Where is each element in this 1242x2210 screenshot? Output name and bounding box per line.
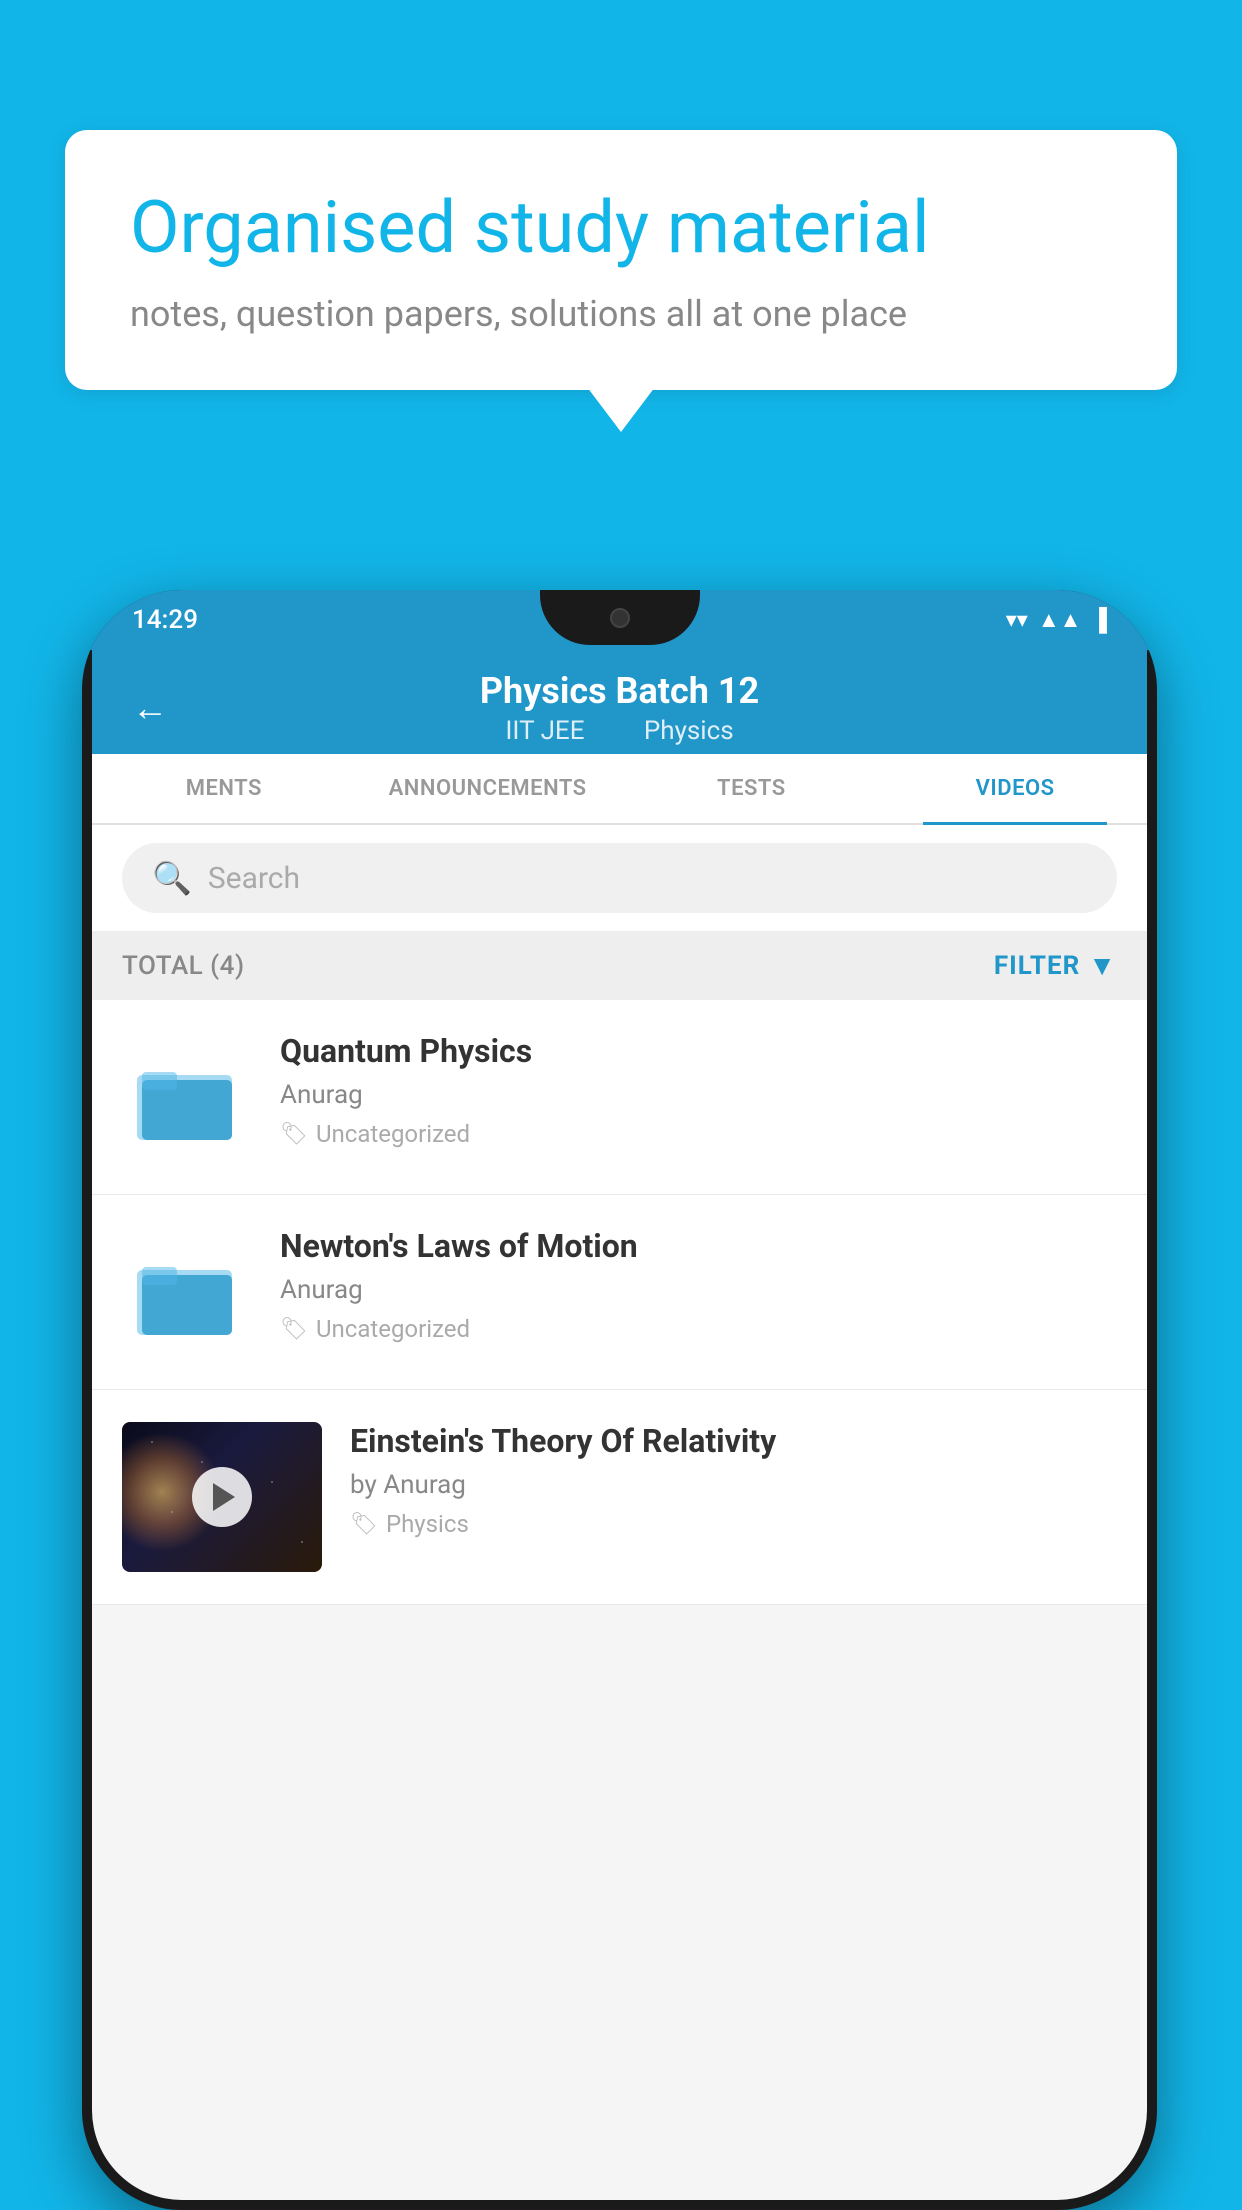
subtitle-separator (611, 716, 624, 746)
header-title: Physics Batch 12 IIT JEE Physics (480, 670, 759, 746)
speech-bubble-headline: Organised study material (130, 185, 1112, 271)
tab-videos[interactable]: VIDEOS (883, 754, 1147, 823)
quantum-tag: 🏷 Uncategorized (280, 1120, 1117, 1148)
tag-icon-newton: 🏷 (280, 1317, 308, 1342)
play-button[interactable] (192, 1467, 252, 1527)
total-count: TOTAL (4) (122, 951, 245, 981)
status-icons: ▾▾ ▲▲ ▐ (1006, 607, 1107, 633)
tab-tests[interactable]: TESTS (620, 754, 884, 823)
einstein-title: Einstein's Theory Of Relativity (350, 1422, 1117, 1460)
batch-title: Physics Batch 12 (480, 670, 759, 712)
quantum-tag-label: Uncategorized (316, 1120, 470, 1148)
folder-icon-newton (132, 1245, 242, 1340)
quantum-info: Quantum Physics Anurag 🏷 Uncategorized (280, 1032, 1117, 1148)
header-subtitle: IIT JEE Physics (480, 716, 759, 746)
einstein-tag-label: Physics (386, 1510, 469, 1538)
search-placeholder: Search (208, 861, 300, 896)
phone-frame: 14:29 ▾▾ ▲▲ ▐ ← Physics Batch 12 IIT JEE… (82, 590, 1157, 2210)
quantum-author: Anurag (280, 1080, 1117, 1110)
front-camera (610, 608, 630, 628)
play-triangle-icon (213, 1483, 235, 1511)
subtitle-iit: IIT JEE (505, 716, 584, 746)
tab-ments[interactable]: MENTS (92, 754, 356, 823)
einstein-thumbnail (122, 1422, 322, 1572)
speech-bubble-subtext: notes, question papers, solutions all at… (130, 293, 1112, 335)
tag-icon-einstein: 🏷 (350, 1512, 378, 1537)
battery-icon: ▐ (1091, 607, 1107, 633)
search-input[interactable]: 🔍 Search (122, 843, 1117, 913)
newton-title: Newton's Laws of Motion (280, 1227, 1117, 1265)
filter-button[interactable]: FILTER ▼ (994, 949, 1117, 982)
search-bar-container: 🔍 Search (92, 825, 1147, 931)
einstein-tag: 🏷 Physics (350, 1510, 1117, 1538)
newton-tag: 🏷 Uncategorized (280, 1315, 1117, 1343)
wifi-icon: ▾▾ (1006, 608, 1028, 633)
filter-bar: TOTAL (4) FILTER ▼ (92, 931, 1147, 1000)
video-item-einstein[interactable]: Einstein's Theory Of Relativity by Anura… (92, 1390, 1147, 1605)
newton-tag-label: Uncategorized (316, 1315, 470, 1343)
newton-thumbnail (122, 1227, 252, 1357)
tab-announcements[interactable]: ANNOUNCEMENTS (356, 754, 620, 823)
video-item-quantum[interactable]: Quantum Physics Anurag 🏷 Uncategorized (92, 1000, 1147, 1195)
app-header: ← Physics Batch 12 IIT JEE Physics (92, 650, 1147, 754)
einstein-author: by Anurag (350, 1470, 1117, 1500)
signal-icon: ▲▲ (1038, 607, 1082, 633)
folder-icon-quantum (132, 1050, 242, 1145)
filter-icon: ▼ (1088, 949, 1117, 982)
quantum-title: Quantum Physics (280, 1032, 1117, 1070)
phone-notch (540, 590, 700, 645)
status-time: 14:29 (132, 605, 198, 635)
back-button[interactable]: ← (132, 687, 168, 729)
speech-bubble-container: Organised study material notes, question… (65, 130, 1177, 390)
tag-icon: 🏷 (280, 1122, 308, 1147)
video-item-newton[interactable]: Newton's Laws of Motion Anurag 🏷 Uncateg… (92, 1195, 1147, 1390)
phone-screen: ← Physics Batch 12 IIT JEE Physics MENTS… (92, 650, 1147, 2200)
einstein-info: Einstein's Theory Of Relativity by Anura… (350, 1422, 1117, 1538)
tab-bar: MENTS ANNOUNCEMENTS TESTS VIDEOS (92, 754, 1147, 825)
header-top: ← Physics Batch 12 IIT JEE Physics (132, 670, 1107, 754)
newton-author: Anurag (280, 1275, 1117, 1305)
video-list: Quantum Physics Anurag 🏷 Uncategorized (92, 1000, 1147, 1605)
search-icon: 🔍 (152, 859, 192, 897)
newton-info: Newton's Laws of Motion Anurag 🏷 Uncateg… (280, 1227, 1117, 1343)
filter-label: FILTER (994, 951, 1080, 981)
speech-bubble: Organised study material notes, question… (65, 130, 1177, 390)
subtitle-physics: Physics (644, 716, 734, 746)
quantum-thumbnail (122, 1032, 252, 1162)
